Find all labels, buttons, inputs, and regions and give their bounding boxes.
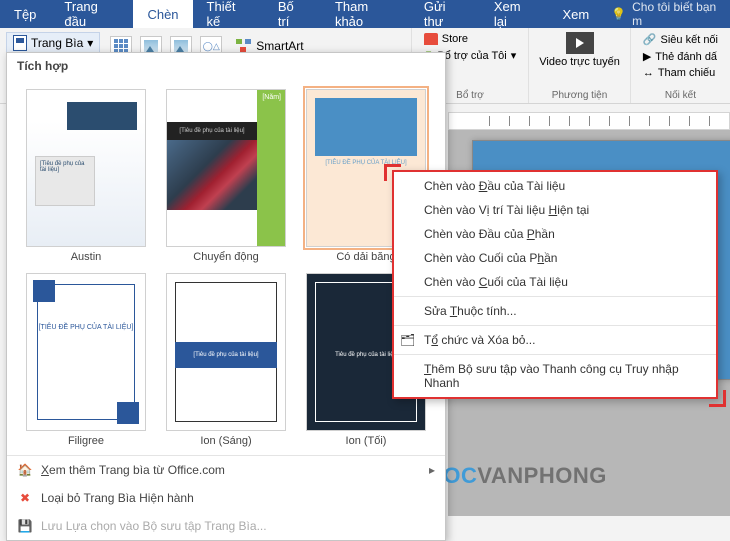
link-icon: 🔗 [643,33,657,46]
tell-me-text: Cho tôi biết bạn m [632,0,722,28]
tab-guithu[interactable]: Gửi thư [410,0,480,28]
tab-chen[interactable]: Chèn [133,0,192,28]
cover-item-filigree[interactable]: [TIÊU ĐỀ PHỤ CỦA TÀI LIỆU] Filigree [17,269,155,451]
save-selection-to-gallery: 💾 Lưu Lựa chọn vào Bộ sưu tập Trang Bìa.… [7,512,445,540]
cm-insert-doc-end[interactable]: Chèn vào Cuối của Tài liệu [394,270,716,297]
office-icon: 🏠 [17,462,33,478]
cover-context-menu: Chèn vào Đầu của Tài liệu Chèn vào Vị tr… [392,170,718,399]
organize-icon: 🗂 [400,333,416,347]
cover-item-chuyendong[interactable]: [Năm][Tiêu đề phụ của tài liệu] Chuyển đ… [157,85,295,267]
online-video-button[interactable] [566,32,594,54]
cover-page-button[interactable]: Trang Bìa ▾ [6,32,100,54]
cm-insert-current-pos[interactable]: Chèn vào Vị trí Tài liệu Hiện tại [394,198,716,222]
cover-page-icon [13,35,27,51]
cover-page-gallery: Tích hợp [Tiêu đề phụ của tài liệu] Aust… [6,52,446,541]
bookmark-button[interactable]: ▶Thẻ đánh dấ [641,49,719,64]
cm-add-to-qat[interactable]: Thêm Bộ sưu tập vào Thanh công cụ Truy n… [394,357,716,395]
video-label: Video trực tuyến [539,56,620,68]
store-button[interactable]: Store [422,32,470,46]
group-label-links: Nối kết [665,90,696,101]
tab-xemlai[interactable]: Xem lại [480,0,549,28]
cm-organize-delete[interactable]: 🗂Tổ chức và Xóa bỏ... [394,328,716,355]
ribbon-group-links: 🔗Siêu kết nối ▶Thẻ đánh dấ ↔Tham chiếu N… [630,28,730,103]
cm-insert-section-end[interactable]: Chèn vào Cuối của Phần [394,246,716,270]
more-from-office-link[interactable]: 🏠 Xem thêm Trang bìa từ Office.com ▸ [7,456,445,484]
smartart-icon [236,39,252,53]
cm-insert-section-start[interactable]: Chèn vào Đầu của Phần [394,222,716,246]
crossref-icon: ↔ [643,67,654,79]
cover-item-ion-sang[interactable]: [Tiêu đề phụ của tài liệu] Ion (Sáng) [157,269,295,451]
group-label-media: Phương tiện [552,90,608,101]
gallery-header: Tích hợp [7,53,445,79]
chevron-right-icon: ▸ [429,463,435,477]
cm-insert-doc-start[interactable]: Chèn vào Đầu của Tài liệu [394,174,716,198]
save-gallery-icon: 💾 [17,518,33,534]
ribbon-tabs: Tệp Trang đầu Chèn Thiết kế Bố trí Tham … [0,0,730,28]
dropdown-icon: ▾ [511,49,517,62]
tell-me-search[interactable]: 💡 Cho tôi biết bạn m [603,0,730,28]
group-label-addins: Bổ trợ [456,90,484,101]
cm-edit-properties[interactable]: Sửa Thuộc tính... [394,299,716,326]
horizontal-ruler[interactable] [448,112,730,130]
cover-page-label: Trang Bìa [31,36,83,50]
tab-trangdau[interactable]: Trang đầu [50,0,133,28]
dropdown-icon: ▾ [87,36,93,50]
smartart-label: SmartArt [256,39,303,53]
tab-tep[interactable]: Tệp [0,0,50,28]
store-icon [424,33,438,45]
tab-bocuc[interactable]: Bố trí [264,0,321,28]
bookmark-icon: ▶ [643,50,651,63]
bulb-icon: 💡 [611,7,626,21]
hyperlink-button[interactable]: 🔗Siêu kết nối [641,32,720,47]
remove-icon: ✖ [17,490,33,506]
cross-reference-button[interactable]: ↔Tham chiếu [641,66,717,80]
ribbon-group-media: Video trực tuyến Phương tiện [528,28,630,103]
cover-item-austin[interactable]: [Tiêu đề phụ của tài liệu] Austin [17,85,155,267]
remove-cover-page[interactable]: ✖ Loại bỏ Trang Bìa Hiện hành [7,484,445,512]
tab-thietke[interactable]: Thiết kế [193,0,264,28]
tab-thamkhao[interactable]: Tham khảo [321,0,410,28]
tab-xem[interactable]: Xem [548,0,603,28]
